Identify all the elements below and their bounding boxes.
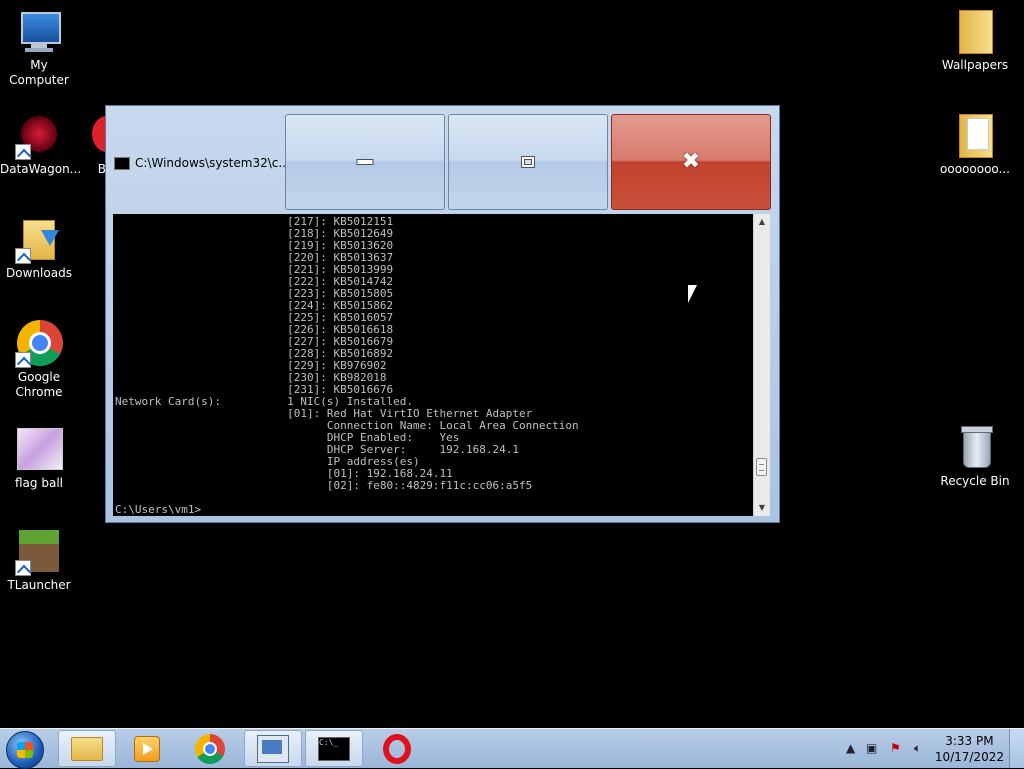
window-title: C:\Windows\system32\c...: [114, 156, 290, 170]
taskbar: C:\_ ▲ ▣ ⚑ 🔈︎ 3:33 PM 10/17/2022: [0, 728, 1024, 769]
desktop-icon-label: Wallpapers: [941, 58, 1009, 72]
desktop-icon-label: Recycle Bin: [940, 474, 1010, 488]
scroll-down-arrow-icon[interactable]: ▼: [754, 500, 770, 516]
folder-icon: [951, 8, 999, 56]
show-desktop-button[interactable]: [1009, 729, 1024, 768]
console-output[interactable]: [217]: KB5012151 [218]: KB5012649 [219]:…: [113, 214, 753, 516]
chrome-icon: [195, 733, 225, 764]
start-button[interactable]: [6, 731, 44, 769]
shortcut-arrow-icon: [15, 248, 31, 264]
desktop-icon-recycle-bin[interactable]: Recycle Bin: [936, 424, 1014, 489]
show-hidden-icons-icon[interactable]: ▲: [846, 741, 855, 755]
desktop-icon-tlauncher[interactable]: TLauncher: [0, 528, 78, 593]
shortcut-arrow-icon: [15, 144, 31, 160]
window-titlebar[interactable]: C:\Windows\system32\c... ✖: [106, 106, 779, 214]
downloads-folder-icon: [15, 216, 63, 264]
desktop-icon-label: Downloads: [6, 266, 72, 280]
close-button[interactable]: ✖: [611, 114, 771, 210]
desktop-icon-my-computer[interactable]: My Computer: [0, 8, 78, 88]
computer-icon: [15, 8, 63, 56]
minimize-button[interactable]: [285, 114, 445, 210]
network-icon: [257, 734, 289, 763]
desktop-icon-google-chrome[interactable]: Google Chrome: [0, 320, 78, 400]
taskbar-item-media-player[interactable]: [118, 730, 176, 767]
action-center-flag-icon[interactable]: ⚑: [890, 741, 901, 755]
clock-date: 10/17/2022: [934, 750, 1004, 764]
system-clock[interactable]: 3:33 PM 10/17/2022: [935, 733, 1004, 765]
desktop-icon-label: oooooooo...: [940, 162, 1010, 176]
console-text: [217]: KB5012151 [218]: KB5012649 [219]:…: [115, 215, 579, 516]
volume-icon[interactable]: 🔈︎: [914, 741, 921, 756]
taskbar-item-explorer[interactable]: [58, 730, 116, 767]
taskbar-item-chrome[interactable]: [181, 730, 239, 767]
cmd-window[interactable]: C:\Windows\system32\c... ✖ [217]: KB5012…: [105, 105, 780, 523]
desktop-icon-flag-ball[interactable]: flag ball: [0, 426, 78, 491]
tlauncher-icon: [15, 528, 63, 576]
folder-icon: [951, 112, 999, 160]
scroll-up-arrow-icon[interactable]: ▲: [754, 214, 770, 230]
folder-icon: [71, 736, 103, 761]
taskbar-item-cmd[interactable]: C:\_: [305, 730, 363, 767]
desktop-icon-partial[interactable]: B: [62, 112, 108, 177]
desktop-icon-label: My Computer: [9, 58, 69, 87]
shortcut-arrow-icon: [15, 560, 31, 576]
desktop-icon-wallpapers[interactable]: Wallpapers: [936, 8, 1014, 73]
chrome-icon: [15, 320, 63, 368]
mouse-cursor-icon: [688, 285, 697, 303]
flag-ball-icon: [15, 426, 63, 474]
desktop-icon-label: flag ball: [15, 476, 63, 490]
clock-time: 3:33 PM: [945, 734, 994, 748]
desktop-icon-label: TLauncher: [7, 578, 71, 592]
maximize-icon: [521, 156, 535, 168]
desktop-icon-folder-ooo[interactable]: oooooooo...: [936, 112, 1014, 177]
maximize-button[interactable]: [448, 114, 608, 210]
partial-app-icon: [62, 112, 108, 160]
media-player-icon: [134, 735, 160, 762]
desktop-icon-label: B: [97, 162, 106, 176]
scroll-thumb[interactable]: [756, 458, 767, 476]
taskbar-item-opera[interactable]: [368, 730, 426, 767]
recycle-bin-icon: [951, 424, 999, 472]
datawagon-icon: [15, 112, 63, 160]
vertical-scrollbar[interactable]: ▲ ▼: [753, 214, 770, 516]
close-icon: ✖: [681, 149, 701, 174]
desktop-icon-downloads[interactable]: Downloads: [0, 216, 78, 281]
opera-icon: [383, 733, 411, 764]
network-tray-icon[interactable]: ▣: [866, 741, 877, 755]
shortcut-arrow-icon: [15, 352, 31, 368]
taskbar-item-network[interactable]: [244, 730, 302, 767]
cmd-icon: [114, 157, 130, 170]
desktop-icon-label: Google Chrome: [15, 370, 63, 399]
minimize-icon: [356, 159, 374, 165]
window-title-text: C:\Windows\system32\c...: [135, 156, 290, 170]
cmd-icon: C:\_: [318, 736, 350, 761]
